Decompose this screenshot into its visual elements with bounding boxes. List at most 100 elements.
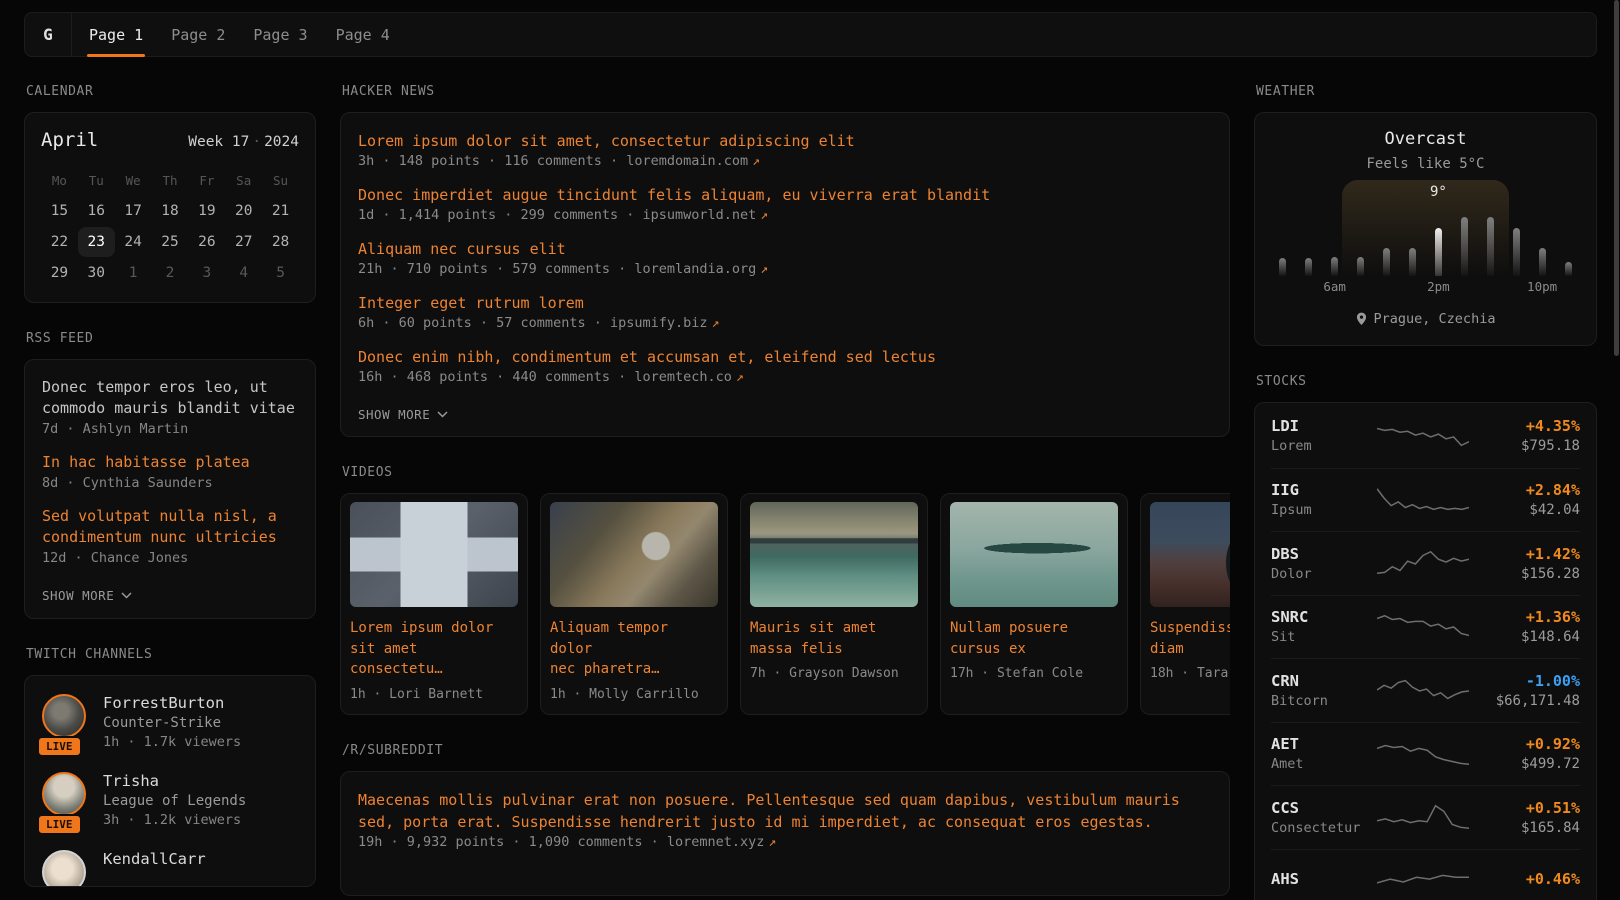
video-thumbnail[interactable] bbox=[550, 502, 718, 607]
twitch-section-label: TWITCH CHANNELS bbox=[26, 647, 316, 662]
weather-bar bbox=[1435, 228, 1442, 276]
external-link-icon: ↗ bbox=[764, 835, 776, 850]
calendar-day-next-month: 3 bbox=[188, 258, 225, 288]
day-header: Tu bbox=[78, 166, 115, 195]
day-header: Mo bbox=[41, 166, 78, 195]
stock-symbol[interactable]: DBS bbox=[1271, 545, 1377, 563]
logo[interactable]: G bbox=[25, 13, 72, 56]
hn-item-domain[interactable]: loremdomain.com bbox=[626, 153, 748, 169]
channel-name[interactable]: Trisha bbox=[103, 772, 246, 790]
hn-item-meta: 16h · 468 points · 440 comments · loremt… bbox=[358, 369, 1212, 385]
stock-name: Consectetur bbox=[1271, 820, 1377, 836]
avatar[interactable] bbox=[42, 772, 86, 816]
stock-symbol[interactable]: LDI bbox=[1271, 417, 1377, 435]
stock-price: $165.84 bbox=[1469, 820, 1580, 836]
hn-item-domain[interactable]: ipsumworld.net bbox=[642, 207, 756, 223]
reddit-post-domain[interactable]: loremnet.xyz bbox=[667, 834, 765, 850]
external-link-icon: ↗ bbox=[748, 154, 760, 169]
hn-item-meta: 21h · 710 points · 579 comments · loreml… bbox=[358, 261, 1212, 277]
video-title[interactable]: Suspendissediam bbox=[1150, 618, 1230, 659]
stock-symbol[interactable]: SNRC bbox=[1271, 608, 1377, 626]
video-thumbnail[interactable] bbox=[750, 502, 918, 607]
stock-symbol[interactable]: CCS bbox=[1271, 799, 1377, 817]
video-title[interactable]: Mauris sit ametmassa felis bbox=[750, 618, 918, 659]
show-more-label: SHOW MORE bbox=[358, 407, 430, 422]
stock-change: +0.92% bbox=[1469, 735, 1580, 753]
stock-change: -1.00% bbox=[1469, 672, 1580, 690]
tab-page-1[interactable]: Page 1 bbox=[78, 13, 154, 56]
weather-bar bbox=[1539, 248, 1546, 276]
reddit-post-title[interactable]: Maecenas mollis pulvinar erat non posuer… bbox=[358, 789, 1212, 833]
rss-item-title[interactable]: In hac habitasse platea bbox=[42, 452, 298, 473]
external-link-icon: ↗ bbox=[756, 262, 768, 277]
video-thumbnail[interactable] bbox=[950, 502, 1118, 607]
weather-bar bbox=[1383, 248, 1390, 276]
weather-bar bbox=[1357, 257, 1364, 276]
stock-name: Bitcorn bbox=[1271, 693, 1377, 709]
tab-page-3[interactable]: Page 3 bbox=[242, 13, 318, 56]
video-thumbnail[interactable] bbox=[1150, 502, 1230, 607]
show-more-button[interactable]: SHOW MORE bbox=[358, 407, 448, 422]
hn-item-title[interactable]: Integer eget rutrum lorem bbox=[358, 292, 1212, 314]
hn-section-label: HACKER NEWS bbox=[342, 84, 1230, 99]
rss-item-title[interactable]: Sed volutpat nulla nisl, a condimentum n… bbox=[42, 506, 298, 548]
video-thumbnail[interactable] bbox=[350, 502, 518, 607]
calendar-day-next-month: 5 bbox=[262, 258, 299, 288]
stock-name: Ipsum bbox=[1271, 502, 1377, 518]
calendar-day: 17 bbox=[115, 196, 152, 226]
external-link-icon: ↗ bbox=[708, 316, 720, 331]
calendar-month-label: April bbox=[41, 129, 98, 151]
weather-feels-like: Feels like 5°C bbox=[1271, 156, 1580, 172]
weather-widget: WEATHER Overcast Feels like 5°C 9° 6am 2… bbox=[1254, 84, 1597, 346]
channel-name[interactable]: ForrestBurton bbox=[103, 694, 241, 712]
hn-item-title[interactable]: Donec imperdiet augue tincidunt felis al… bbox=[358, 184, 1212, 206]
stock-symbol[interactable]: CRN bbox=[1271, 672, 1377, 690]
calendar-day: 30 bbox=[78, 258, 115, 288]
weather-section-label: WEATHER bbox=[1256, 84, 1597, 99]
hn-item-domain[interactable]: loremlandia.org bbox=[634, 261, 756, 277]
hn-item-stats: 21h · 710 points · 579 comments · bbox=[358, 261, 634, 277]
calendar-day: 26 bbox=[188, 227, 225, 257]
rss-item-title[interactable]: Donec tempor eros leo, ut commodo mauris… bbox=[42, 377, 298, 419]
tab-page-4[interactable]: Page 4 bbox=[325, 13, 401, 56]
stock-row: AETAmet +0.92%$499.72 bbox=[1271, 722, 1580, 786]
stock-symbol[interactable]: IIG bbox=[1271, 481, 1377, 499]
weather-location-row: Prague, Czechia bbox=[1271, 311, 1580, 327]
video-card: Suspendissediam 18h · Tara bbox=[1140, 493, 1230, 715]
stock-symbol[interactable]: AET bbox=[1271, 735, 1377, 753]
hn-item-title[interactable]: Donec enim nibh, condimentum et accumsan… bbox=[358, 346, 1212, 368]
tab-page-2[interactable]: Page 2 bbox=[160, 13, 236, 56]
weather-hour-label: 6am bbox=[1323, 279, 1346, 294]
weather-bar bbox=[1305, 258, 1312, 276]
video-title[interactable]: Nullam posuerecursus ex bbox=[950, 618, 1118, 659]
video-title-line: Aliquam tempor dolor bbox=[550, 618, 718, 659]
hn-item-domain[interactable]: ipsumify.biz bbox=[610, 315, 708, 331]
hn-item-title[interactable]: Lorem ipsum dolor sit amet, consectetur … bbox=[358, 130, 1212, 152]
calendar-day-next-month: 4 bbox=[225, 258, 262, 288]
video-card: Mauris sit ametmassa felis 7h · Grayson … bbox=[740, 493, 928, 715]
reddit-widget: /R/SUBREDDIT Maecenas mollis pulvinar er… bbox=[340, 743, 1230, 896]
stock-change: +1.42% bbox=[1469, 545, 1580, 563]
hacker-news-widget: HACKER NEWS Lorem ipsum dolor sit amet, … bbox=[340, 84, 1230, 437]
channel-viewers: 1h · 1.7k viewers bbox=[103, 734, 241, 750]
hn-card: Lorem ipsum dolor sit amet, consectetur … bbox=[340, 112, 1230, 437]
hn-item: Lorem ipsum dolor sit amet, consectetur … bbox=[358, 130, 1212, 169]
right-column: WEATHER Overcast Feels like 5°C 9° 6am 2… bbox=[1254, 84, 1597, 900]
video-title[interactable]: Aliquam tempor dolornec pharetra… bbox=[550, 618, 718, 680]
show-more-button[interactable]: SHOW MORE bbox=[42, 588, 132, 603]
hn-item-title[interactable]: Aliquam nec cursus elit bbox=[358, 238, 1212, 260]
calendar-day: 24 bbox=[115, 227, 152, 257]
video-title[interactable]: Lorem ipsum dolorsit amet consectetu… bbox=[350, 618, 518, 680]
rss-section-label: RSS FEED bbox=[26, 331, 316, 346]
stock-price: $66,171.48 bbox=[1469, 693, 1580, 709]
stock-symbol[interactable]: AHS bbox=[1271, 870, 1377, 888]
stock-row: CRN Bitcorn -1.00% $66,171.48 bbox=[1271, 658, 1580, 722]
scrollbar-thumb[interactable] bbox=[1614, 0, 1619, 356]
video-title-line: diam bbox=[1150, 639, 1230, 660]
stocks-card: LDILorem +4.35%$795.18 IIGIpsum +2.84%$4… bbox=[1254, 402, 1597, 900]
chevron-down-icon bbox=[121, 592, 132, 599]
avatar[interactable] bbox=[42, 850, 86, 887]
hn-item-domain[interactable]: loremtech.co bbox=[634, 369, 732, 385]
channel-name[interactable]: KendallCarr bbox=[103, 850, 206, 868]
avatar[interactable] bbox=[42, 694, 86, 738]
